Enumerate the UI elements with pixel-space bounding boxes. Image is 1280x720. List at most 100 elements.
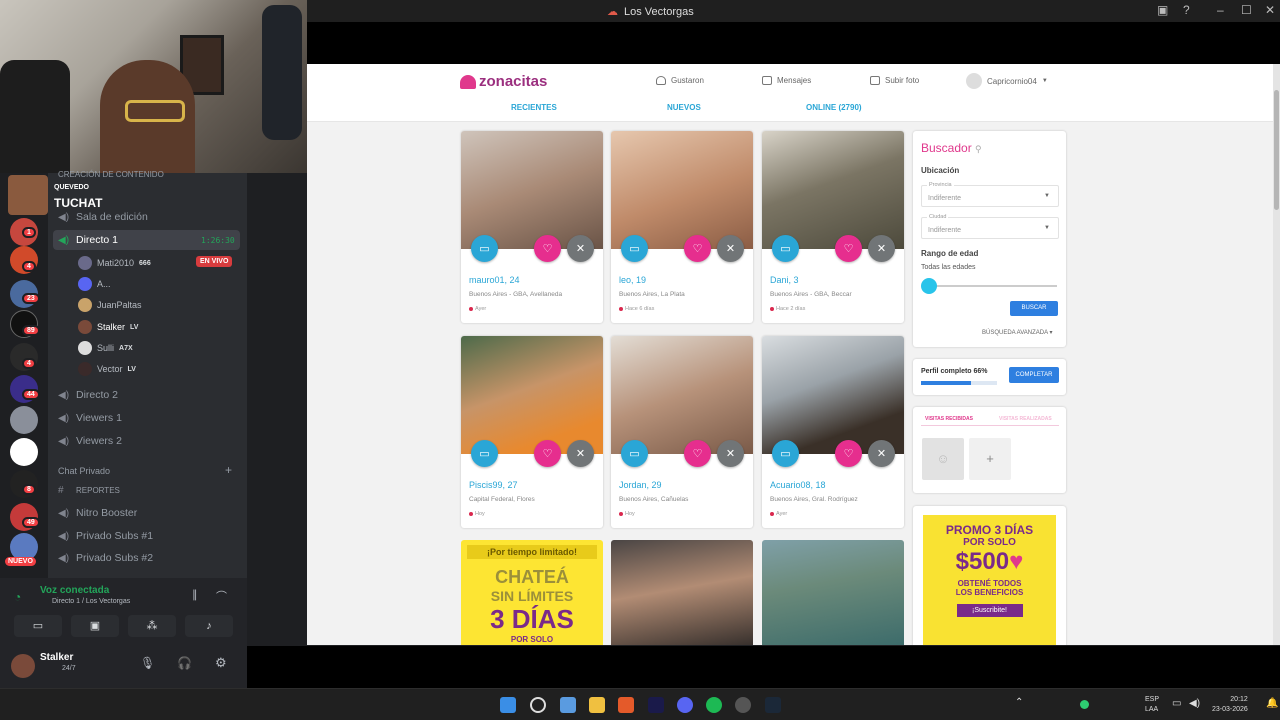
camera-button[interactable]: ▭ [14, 615, 62, 637]
add-channel-icon[interactable]: + [225, 463, 232, 477]
channel-viewers-1[interactable]: ◀) Viewers 1 [58, 412, 122, 424]
steam-icon[interactable] [765, 697, 781, 713]
nav-mensajes[interactable]: Mensajes [762, 76, 811, 85]
spotify-icon[interactable] [706, 697, 722, 713]
voice-user[interactable]: JuanPaltas [78, 298, 142, 312]
profile-name[interactable]: Piscis99, 27 [469, 480, 518, 490]
network-icon[interactable]: ▭ [1172, 698, 1181, 709]
subscribe-button[interactable]: ¡Suscribite! [956, 604, 1023, 617]
channel-directo-2[interactable]: ◀) Directo 2 [58, 389, 118, 401]
tab-nuevos[interactable]: NUEVOS [667, 103, 701, 112]
like-button[interactable]: ♡ [684, 440, 711, 467]
profile-card[interactable]: ▭ ♡ ✕ Acuario08, 18 Buenos Aires, Gral. … [762, 336, 904, 528]
chat-button[interactable]: ▭ [621, 235, 648, 262]
profile-photo[interactable] [461, 131, 603, 249]
voice-user[interactable]: Sulli A7X [78, 341, 133, 355]
file-explorer-icon[interactable] [589, 697, 605, 713]
dismiss-button[interactable]: ✕ [868, 440, 895, 467]
dismiss-button[interactable]: ✕ [717, 440, 744, 467]
category-header[interactable]: CREACIÓN DE CONTENIDO [58, 170, 164, 179]
like-button[interactable]: ♡ [835, 440, 862, 467]
scrollbar-thumb[interactable] [1274, 90, 1279, 210]
help-icon[interactable]: ? [1183, 3, 1190, 17]
voice-user[interactable]: A... [78, 277, 111, 291]
chat-button[interactable]: ▭ [471, 235, 498, 262]
search-button[interactable]: BUSCAR [1010, 301, 1058, 316]
age-slider-track[interactable] [929, 285, 1057, 287]
channel-privado-subs-2[interactable]: ◀) Privado Subs #2 [58, 552, 153, 564]
promo-banner[interactable]: PROMO 3 DÍAS POR SOLO $500♥ OBTENÉ TODOS… [923, 515, 1056, 645]
disconnect-icon[interactable]: ⌒ [216, 588, 227, 604]
server-icon[interactable] [10, 438, 38, 466]
channel-sala-edicion[interactable]: ◀) Sala de edición [58, 211, 148, 223]
pip-icon[interactable]: ▣ [1157, 3, 1168, 17]
tab-visits-made[interactable]: VISITAS REALIZADAS [999, 416, 1052, 422]
self-avatar[interactable] [11, 654, 35, 678]
profile-card[interactable]: ▭ ♡ ✕ leo, 19 Buenos Aires, La Plata Hac… [611, 131, 753, 323]
close-button[interactable]: ✕ [1265, 3, 1275, 17]
screen-share-button[interactable]: ▣ [71, 615, 119, 637]
discord-icon[interactable] [677, 697, 693, 713]
profile-card[interactable]: ▭ ♡ ✕ Piscis99, 27 Capital Federal, Flor… [461, 336, 603, 528]
tab-recientes[interactable]: RECIENTES [511, 103, 557, 112]
add-visitor-icon[interactable]: + [969, 438, 1011, 480]
channel-nitro-booster[interactable]: ◀) Nitro Booster [58, 507, 137, 519]
site-logo[interactable]: zonacitas [460, 73, 547, 90]
dismiss-button[interactable]: ✕ [567, 440, 594, 467]
self-username[interactable]: Stalker [40, 652, 73, 663]
premiere-icon[interactable] [648, 697, 664, 713]
search-icon[interactable] [530, 697, 546, 713]
photos-icon[interactable] [560, 697, 576, 713]
profile-photo[interactable] [762, 131, 904, 249]
volume-icon[interactable]: ◀) [1189, 698, 1200, 709]
notification-bell-icon[interactable]: 🔔 [1266, 698, 1278, 709]
maximize-button[interactable]: ☐ [1241, 3, 1252, 17]
language-indicator[interactable]: ESP LAA [1145, 695, 1159, 715]
profile-name[interactable]: Dani, 3 [770, 275, 799, 285]
profile-card[interactable]: ▭ ♡ ✕ mauro01, 24 Buenos Aires - GBA, Av… [461, 131, 603, 323]
chat-button[interactable]: ▭ [471, 440, 498, 467]
profile-photo[interactable] [762, 540, 904, 645]
voice-user[interactable]: Vector LV [78, 362, 136, 376]
tab-online[interactable]: ONLINE (2790) [806, 103, 862, 112]
profile-name[interactable]: mauro01, 24 [469, 275, 520, 285]
activities-button[interactable]: ⁂ [128, 615, 176, 637]
like-button[interactable]: ♡ [534, 235, 561, 262]
noise-suppression-icon[interactable]: ∥ [192, 588, 198, 601]
age-slider-handle[interactable] [921, 278, 937, 294]
profile-card[interactable]: ▭ ♡ ✕ Jordan, 29 Buenos Aires, Cañuelas … [611, 336, 753, 528]
server-name[interactable]: TUCHAT [54, 196, 102, 210]
chat-button[interactable]: ▭ [772, 235, 799, 262]
city-select[interactable]: Ciudad Indiferente ▼ [921, 214, 1059, 239]
nav-subir-foto[interactable]: Subir foto [870, 76, 919, 85]
mic-icon[interactable]: 🎙 [140, 656, 155, 670]
brave-browser-icon[interactable] [618, 697, 634, 713]
like-button[interactable]: ♡ [835, 235, 862, 262]
dismiss-button[interactable]: ✕ [868, 235, 895, 262]
profile-name[interactable]: Acuario08, 18 [770, 480, 826, 490]
channel-privado-subs-1[interactable]: ◀) Privado Subs #1 [58, 530, 153, 542]
voice-user[interactable]: Mati2010 666 [78, 256, 151, 270]
dismiss-button[interactable]: ✕ [567, 235, 594, 262]
clock[interactable]: 20:12 23-03-2026 [1212, 695, 1248, 715]
profile-card[interactable]: ▭ ♡ ✕ Dani, 3 Buenos Aires - GBA, Beccar… [762, 131, 904, 323]
channel-viewers-2[interactable]: ◀) Viewers 2 [58, 435, 122, 447]
chat-button[interactable]: ▭ [621, 440, 648, 467]
voice-status[interactable]: Voz conectada [40, 585, 109, 596]
profile-photo[interactable] [762, 336, 904, 454]
voice-user[interactable]: Stalker LV [78, 320, 138, 334]
nav-gustaron[interactable]: Gustaron [656, 76, 704, 85]
server-icon[interactable] [10, 406, 38, 434]
tab-visits-received[interactable]: VISITAS RECIBIDAS [925, 416, 973, 422]
promo-card[interactable]: ¡Por tiempo limitado! CHATEÁ SIN LÍMITES… [461, 540, 603, 645]
profile-photo[interactable] [461, 336, 603, 454]
channel-directo-1[interactable]: ◀) Directo 1 [58, 234, 118, 246]
profile-name[interactable]: leo, 19 [619, 275, 646, 285]
profile-name[interactable]: Jordan, 29 [619, 480, 662, 490]
profile-photo[interactable] [611, 336, 753, 454]
channel-reportes[interactable]: # REPORTES [58, 485, 120, 496]
like-button[interactable]: ♡ [684, 235, 711, 262]
chat-button[interactable]: ▭ [772, 440, 799, 467]
complete-profile-button[interactable]: COMPLETAR [1009, 367, 1059, 383]
nav-user-menu[interactable]: Capricornio04 ▼ [966, 73, 1048, 89]
